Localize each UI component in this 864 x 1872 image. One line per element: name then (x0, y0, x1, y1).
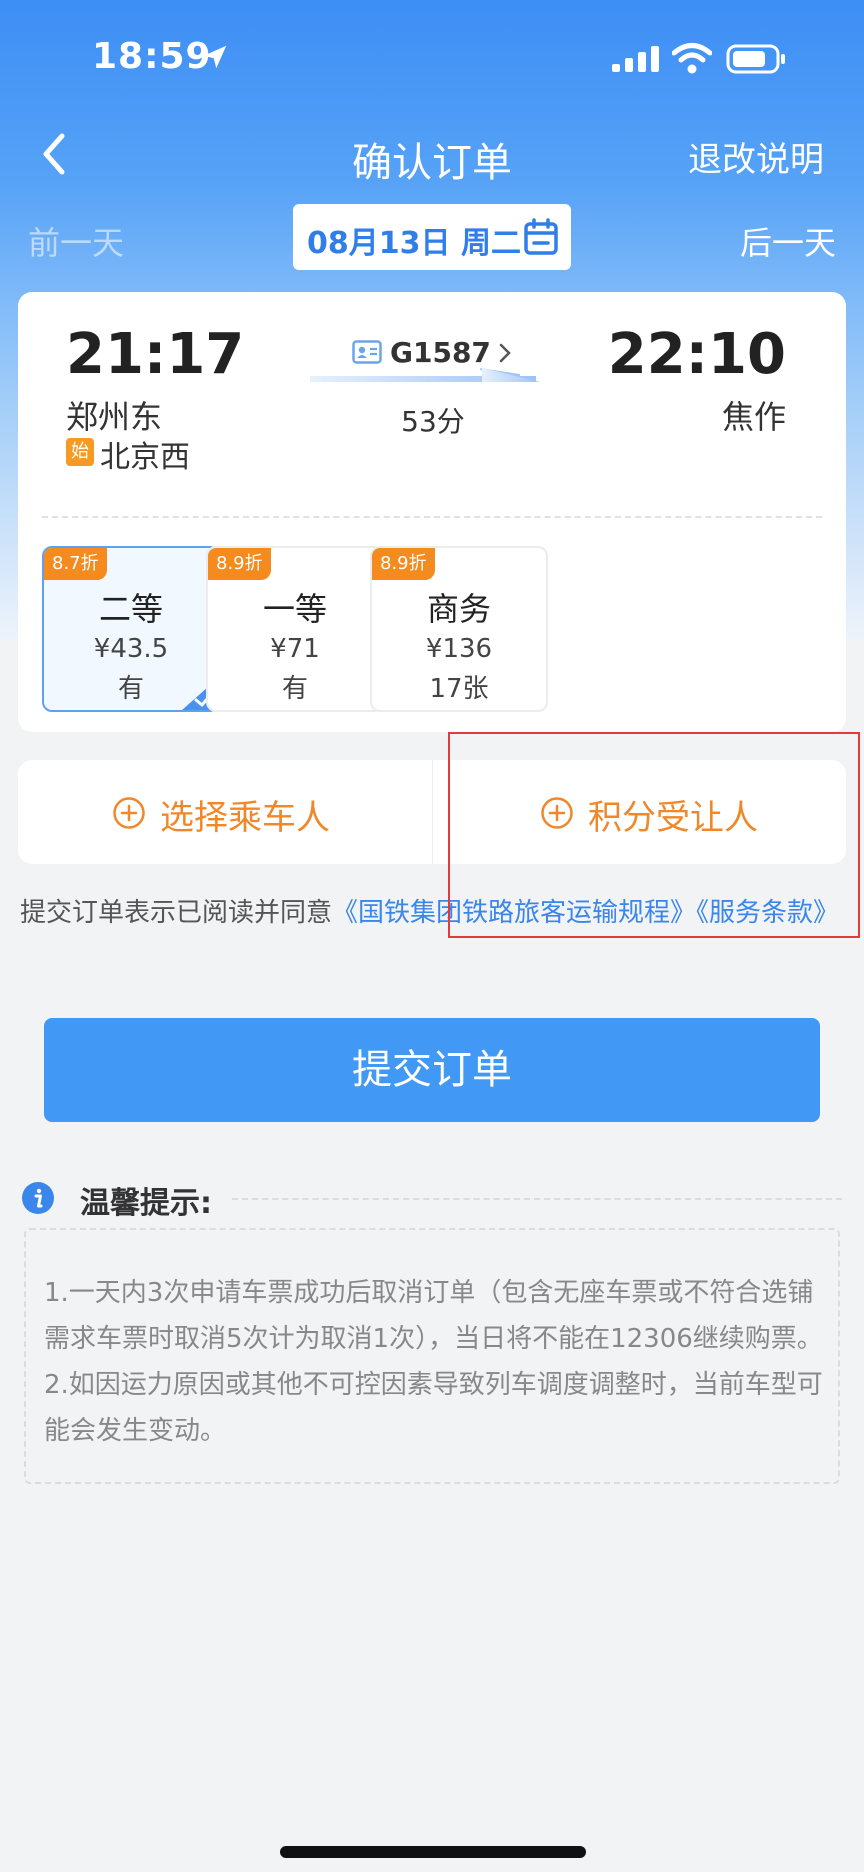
calendar-icon (524, 218, 558, 255)
prev-day-button[interactable]: 前一天 (28, 218, 124, 264)
cellular-signal-icon (612, 46, 659, 72)
origin-station: 北京西 (100, 440, 190, 475)
seat-price: ¥136 (425, 634, 493, 664)
submit-order-button[interactable]: 提交订单 (44, 1018, 820, 1122)
location-arrow-icon (203, 45, 227, 69)
status-bar: 18:59 (0, 0, 864, 110)
refund-rules-link[interactable]: 退改说明 (688, 132, 824, 181)
date-picker[interactable]: 08月13日 周二 (293, 204, 571, 270)
seat-price: ¥43.5 (93, 634, 169, 664)
card-divider (42, 516, 822, 518)
seat-option-business-class[interactable]: 8.9折 商务 ¥136 17张 (370, 546, 548, 712)
wifi-icon (672, 43, 712, 74)
select-passenger-button[interactable]: 选择乘车人 (18, 760, 432, 864)
discount-badge: 8.7折 (44, 548, 107, 580)
annotation-highlight (448, 732, 860, 938)
discount-badge: 8.9折 (372, 548, 435, 580)
seat-availability: 17张 (429, 674, 489, 704)
arrival-time: 22:10 (607, 322, 786, 387)
chevron-right-icon (499, 343, 511, 363)
tips-title: 温馨提示: (80, 1186, 212, 1221)
origin-badge: 始 (66, 438, 94, 466)
train-number: G1587 (390, 336, 491, 369)
battery-icon (726, 44, 785, 74)
seat-class-name: 商务 (426, 590, 491, 628)
seat-price: ¥71 (270, 634, 320, 664)
discount-badge: 8.9折 (208, 548, 271, 580)
home-indicator (280, 1846, 586, 1858)
arrival-station: 焦作 (721, 398, 786, 436)
tip-item: 1.一天内3次申请车票成功后取消订单（包含无座车票或不符合选铺需求车票时取消5次… (44, 1278, 823, 1354)
id-card-icon (352, 340, 382, 364)
departure-time: 21:17 (66, 322, 245, 387)
tips-box: 1.一天内3次申请车票成功后取消订单（包含无座车票或不符合选铺需求车票时取消5次… (24, 1228, 840, 1484)
status-time: 18:59 (92, 36, 212, 77)
travel-date: 08月13日 周二 (307, 226, 521, 261)
train-card: 21:17 郑州东 始 北京西 G1587 53分 22:10 焦作 8.7折 (18, 292, 846, 732)
nav-bar: 确认订单 退改说明 (0, 110, 864, 200)
seat-availability: 有 (281, 674, 308, 704)
travel-duration: 53分 (401, 405, 465, 438)
date-bar: 前一天 08月13日 周二 后一天 (0, 200, 864, 274)
seat-option-first-class[interactable]: 8.9折 一等 ¥71 有 (206, 546, 384, 712)
info-icon (22, 1182, 54, 1214)
seat-class-name: 二等 (98, 590, 163, 628)
seat-class-name: 一等 (262, 590, 327, 628)
select-passenger-label: 选择乘车人 (160, 798, 330, 838)
agreement-prefix: 提交订单表示已阅读并同意 (20, 898, 333, 928)
route-arrow-icon (310, 368, 540, 382)
next-day-button[interactable]: 后一天 (740, 218, 836, 264)
seat-option-second-class[interactable]: 8.7折 二等 ¥43.5 有 (42, 546, 220, 712)
plus-circle-icon (113, 797, 145, 829)
tips-divider (232, 1198, 842, 1200)
tip-item: 2.如因运力原因或其他不可控因素导致列车调度调整时，当前车型可能会发生变动。 (44, 1370, 823, 1446)
